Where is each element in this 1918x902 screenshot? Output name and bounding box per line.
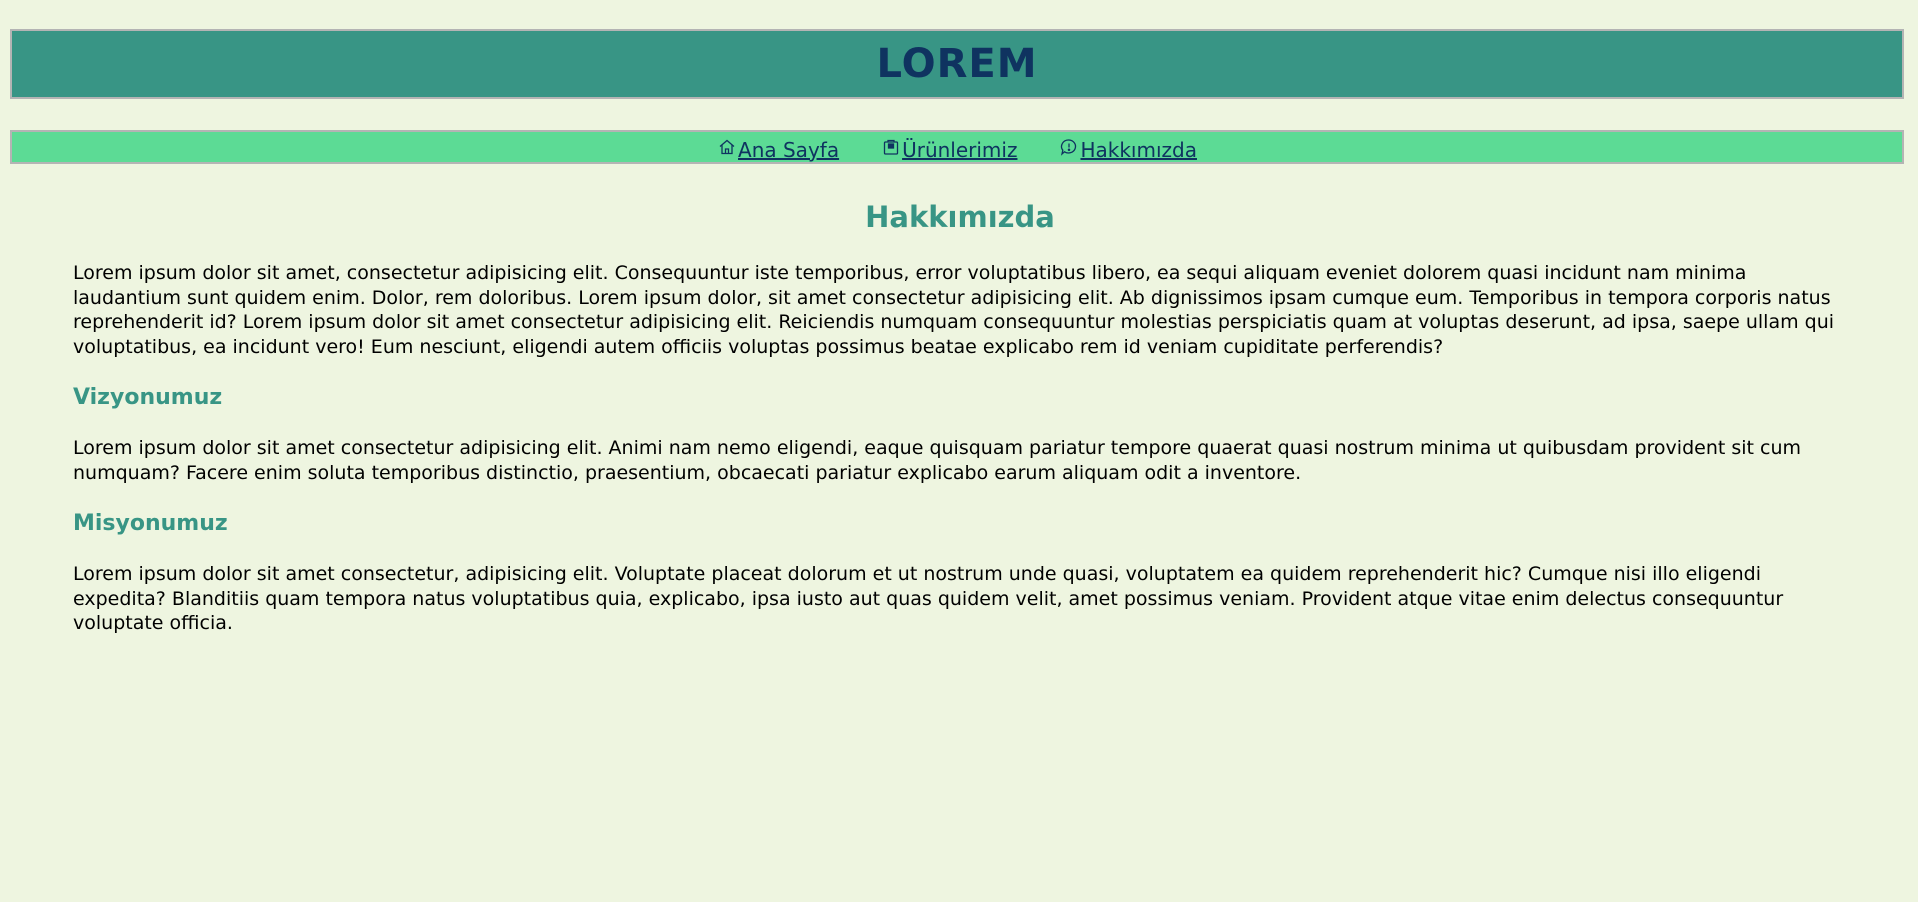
vision-paragraph: Lorem ipsum dolor sit amet consectetur a… (73, 437, 1802, 484)
site-header: LOREM (10, 29, 1904, 99)
nav-link-home-label: Ana Sayfa (738, 137, 840, 162)
mission-paragraph: Lorem ipsum dolor sit amet consectetur, … (73, 563, 1784, 634)
home-icon (717, 137, 738, 162)
vision-heading: Vizyonumuz (73, 385, 223, 410)
site-title: LOREM (876, 41, 1038, 87)
nav-link-about-label: Hakkımızda (1080, 137, 1197, 162)
nav-link-products[interactable]: Ürünlerimiz (881, 132, 1017, 162)
nav-link-home[interactable]: Ana Sayfa (717, 132, 839, 162)
main-nav: Ana Sayfa Ürünlerimiz Hakkımızda (10, 130, 1904, 164)
nav-link-products-label: Ürünlerimiz (902, 137, 1018, 162)
shopping-bag-icon (881, 137, 902, 162)
chat-info-icon (1059, 137, 1080, 162)
mission-heading: Misyonumuz (73, 511, 228, 536)
intro-paragraph: Lorem ipsum dolor sit amet, consectetur … (73, 262, 1835, 358)
page-title: Hakkımızda (865, 200, 1055, 234)
nav-link-about[interactable]: Hakkımızda (1059, 132, 1197, 162)
about-content: Hakkımızda Lorem ipsum dolor sit amet, c… (73, 200, 1847, 636)
